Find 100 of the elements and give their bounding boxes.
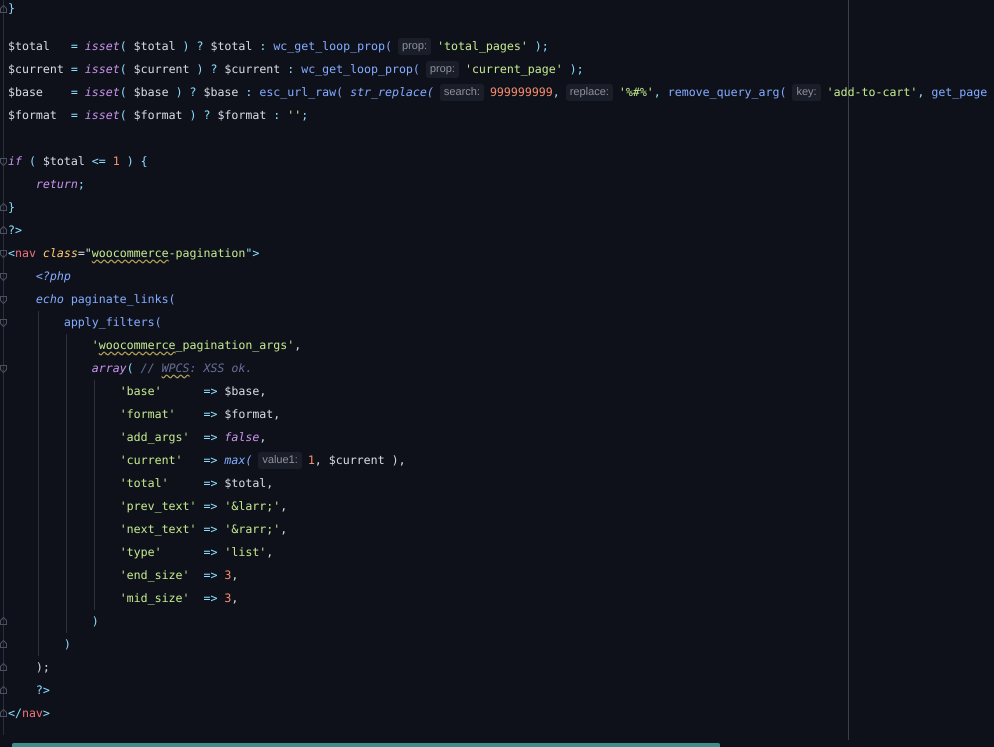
string-literal: woocommerce	[92, 244, 169, 262]
comment: : XSS ok.	[190, 360, 252, 377]
parameter-hint: replace:	[566, 84, 613, 101]
fold-marker-icon[interactable]	[0, 686, 7, 694]
string-literal: 'total'	[120, 474, 169, 492]
fold-marker-icon[interactable]	[0, 226, 7, 234]
function-name: remove_query_arg(	[668, 84, 786, 101]
html-tag: nav	[22, 704, 43, 722]
operator: =>	[202, 520, 218, 538]
code-text: ,	[280, 520, 288, 538]
code-text: $base	[8, 84, 44, 101]
keyword: false	[224, 428, 260, 446]
string-literal: '&larr;'	[224, 498, 280, 515]
punctuation: }	[8, 0, 15, 18]
punctuation: )	[92, 612, 99, 630]
operator: =	[70, 38, 79, 55]
horizontal-scrollbar[interactable]	[12, 743, 720, 747]
punctuation: )	[64, 636, 71, 653]
punctuation: ,	[654, 84, 662, 101]
fold-marker-icon[interactable]	[0, 709, 7, 717]
punctuation: ) ?	[196, 60, 218, 78]
code-text: ,	[259, 382, 266, 400]
fold-marker-icon[interactable]	[0, 158, 7, 166]
code-text: ),	[392, 452, 406, 469]
number-literal: 3	[224, 590, 232, 607]
string-literal: 'end_size'	[120, 566, 190, 584]
fold-marker-icon[interactable]	[0, 319, 7, 327]
keyword: array	[92, 360, 127, 377]
string-literal: '	[92, 336, 99, 354]
code-text: ,	[231, 590, 238, 607]
php-keyword: <?php	[36, 268, 71, 285]
punctuation: ) ?	[176, 84, 198, 101]
punctuation: (	[126, 360, 135, 377]
parameter-hint: prop:	[398, 38, 432, 55]
punctuation: ?>	[36, 682, 50, 699]
punctuation: ;	[78, 176, 85, 193]
fold-marker-icon[interactable]	[0, 617, 7, 625]
comment: WPCS	[162, 360, 190, 377]
string-literal: 'current_page'	[464, 60, 563, 78]
code-text: $current	[134, 60, 191, 78]
parameter-hint: search:	[440, 84, 484, 101]
string-literal: 'add-to-cart'	[826, 84, 918, 101]
number-literal: 1	[112, 152, 120, 170]
fold-marker-icon[interactable]	[0, 365, 7, 373]
code-text: $total	[134, 38, 177, 55]
fold-marker-icon[interactable]	[0, 640, 7, 648]
code-text: $current	[328, 452, 386, 469]
keyword: return	[36, 176, 78, 193]
code-text: $total	[210, 38, 254, 55]
code-text: ,	[294, 336, 302, 354]
function-name: esc_url_raw(	[259, 84, 344, 101]
code-text: $format	[8, 106, 58, 124]
operator: =>	[202, 498, 218, 515]
operator: =>	[202, 566, 218, 584]
string-literal: 'mid_size'	[120, 590, 190, 607]
punctuation: ) ?	[182, 38, 204, 55]
punctuation: :	[245, 84, 254, 101]
number-literal: 999999999	[490, 84, 553, 101]
punctuation: ">	[245, 244, 260, 262]
parameter-hint: prop:	[426, 61, 459, 78]
punctuation: (	[120, 106, 128, 124]
code-text: $base	[224, 382, 260, 400]
keyword: isset	[84, 38, 120, 55]
operator: =>	[202, 590, 218, 607]
php-keyword: echo	[36, 290, 64, 308]
fold-marker-icon[interactable]	[0, 663, 7, 671]
punctuation: ) ?	[190, 106, 212, 124]
string-literal: woocommerce	[98, 336, 176, 354]
string-literal: 'add_args'	[120, 428, 190, 446]
fold-marker-icon[interactable]	[0, 296, 7, 304]
fold-marker-icon[interactable]	[0, 5, 7, 13]
function-name: str_replace(	[350, 84, 434, 101]
fold-marker-icon[interactable]	[0, 273, 7, 281]
string-literal: ''	[287, 106, 302, 124]
fold-marker-icon[interactable]	[0, 250, 7, 258]
code-text: $total	[8, 38, 51, 55]
punctuation: :	[273, 106, 282, 124]
operator: =	[70, 60, 79, 78]
number-literal: 3	[224, 566, 232, 584]
code-text: $current	[8, 60, 65, 78]
code-text: $current	[224, 60, 282, 78]
function-name: apply_filters(	[64, 314, 162, 331]
punctuation: );	[568, 60, 584, 78]
code-text: ,	[314, 452, 323, 469]
string-literal: 'type'	[120, 544, 162, 561]
operator: =>	[202, 428, 218, 446]
string-literal: 'current'	[120, 452, 183, 469]
punctuation: (	[120, 84, 128, 101]
string-literal: 'list'	[224, 544, 266, 561]
punctuation: :	[287, 60, 296, 78]
code-text: $base	[134, 84, 170, 101]
string-literal: 'format'	[120, 406, 176, 423]
keyword: isset	[84, 84, 120, 101]
operator: =>	[202, 544, 218, 561]
punctuation: <	[8, 244, 15, 262]
fold-marker-icon[interactable]	[0, 203, 7, 211]
function-name: get_page	[931, 84, 988, 101]
punctuation: (	[120, 38, 128, 55]
punctuation: :	[259, 38, 268, 55]
comment: //	[140, 360, 156, 377]
